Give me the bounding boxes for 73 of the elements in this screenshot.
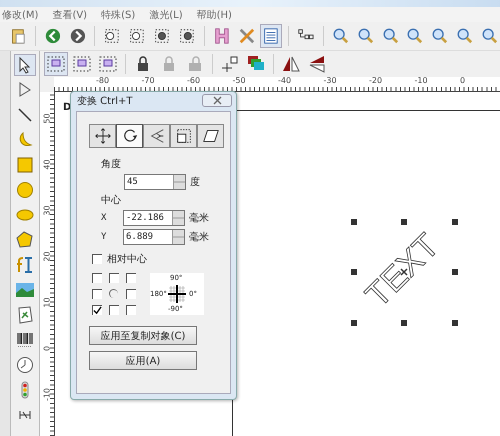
anchor-checkbox[interactable] [126,305,136,315]
menu-item[interactable]: 查看(V) [52,8,88,22]
skew-icon [202,127,220,145]
anchor-radio[interactable] [109,289,118,298]
menu-item[interactable]: 修改(M) [2,8,38,22]
close-icon [212,96,222,105]
ruler-label: 50 [42,112,52,126]
apply-button[interactable]: 应用至复制对象(C) [89,326,197,345]
ruler-label: 20 [42,250,52,264]
ruler-label: -70 [142,76,155,85]
axis-label: X [101,213,108,223]
move-arrows-icon [94,127,112,145]
anchor-checkbox[interactable] [109,273,119,283]
selection-handle[interactable] [351,269,357,275]
selection-handle[interactable] [401,219,407,225]
text-tool-icon[interactable] [15,255,35,275]
ruler-label: -10 [414,76,428,85]
menu-item[interactable]: 帮助(H) [196,8,232,22]
barcode-icon[interactable] [15,330,35,350]
image-icon[interactable] [15,280,35,300]
selection-handle[interactable] [351,320,357,326]
rectangle-icon[interactable] [15,155,35,175]
ruler-label: 30 [42,204,52,218]
center-label: 中心 [100,194,122,207]
selection-handle[interactable] [452,320,458,326]
size-icon [174,127,192,145]
polygon-icon[interactable] [15,230,35,250]
ruler-label: -30 [324,76,337,85]
transform-tab[interactable] [89,124,116,148]
selection-handle[interactable] [351,219,357,225]
axis-label: Y [101,232,108,242]
circle-icon[interactable] [15,180,35,200]
anchor-checkbox[interactable] [126,289,136,299]
close-button[interactable] [202,94,232,107]
ruler-label: 40 [42,158,52,172]
ruler-label: 0 [460,76,466,85]
transform-tab[interactable] [116,124,143,148]
unit-label: 度 [190,176,200,189]
dialog-title: 变换 Ctrl+T [77,94,132,108]
ruler-label: -10 [42,388,52,402]
ruler-label: -50 [232,76,246,85]
transform-tab[interactable] [197,124,224,148]
pointer-icon[interactable] [15,55,35,75]
selection-handle[interactable] [452,269,458,275]
ruler-label: -60 [187,76,200,85]
coordinate-field[interactable]: -22.186 [123,210,185,226]
compass-grid-icon [167,284,187,304]
angle-label: 角度 [100,158,122,171]
clock-icon[interactable] [15,355,35,375]
ruler-label: 10 [42,296,52,310]
selection-handle[interactable] [401,320,407,326]
ruler-label: -80 [96,76,110,85]
list-icon[interactable] [261,25,282,47]
selection-handle[interactable] [452,219,458,225]
coordinate-field[interactable]: 6.889 [123,229,185,245]
group-icon[interactable] [45,53,67,75]
center-mark-icon [400,268,408,276]
anchor-checkbox[interactable] [92,273,102,283]
relative-center-checkbox[interactable]: 相对中心 [89,252,230,266]
ruler-label: -20 [369,76,382,85]
anchor-checkbox[interactable] [109,305,119,315]
anchor-checkbox[interactable] [92,305,102,315]
menu-item[interactable]: 激光(L) [149,8,183,22]
transform-tab[interactable] [170,124,197,148]
angle-field[interactable]: 45 [124,174,186,190]
ruler-label: 0 [42,344,52,354]
apply-button[interactable]: 应用(A) [89,351,197,370]
ruler-label: -40 [278,76,292,85]
menu-item[interactable]: 特殊(S) [101,8,136,22]
unit-label: 毫米 [189,230,209,244]
anchor-checkbox[interactable] [126,273,136,283]
unit-label: 毫米 [189,212,209,225]
anchor-checkbox[interactable] [92,289,102,299]
